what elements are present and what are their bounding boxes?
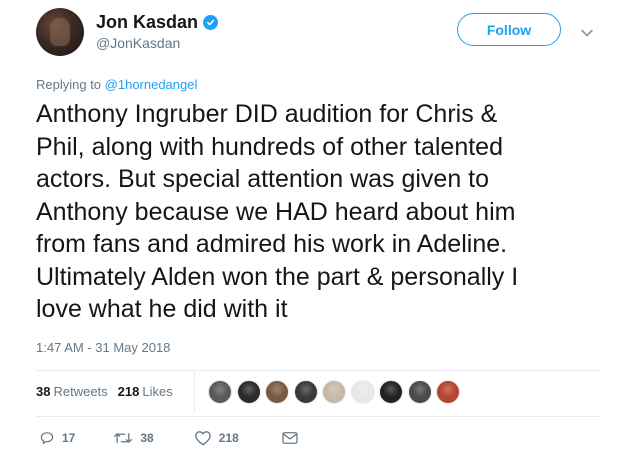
- retweets-stat-count: 38: [36, 384, 51, 399]
- likes-stat[interactable]: 218 Likes: [118, 384, 173, 399]
- follow-button[interactable]: Follow: [457, 13, 561, 46]
- liker-avatar[interactable]: [407, 380, 432, 404]
- tweet-line: Phil, along with hundreds of other talen…: [36, 132, 503, 161]
- reply-mention-link[interactable]: @1hornedangel: [105, 77, 198, 92]
- tweet-stats: 38 Retweets 218 Likes: [36, 384, 183, 399]
- tweet-line: love what he did with it: [36, 295, 288, 323]
- liker-avatar[interactable]: [236, 380, 261, 404]
- retweets-stat-label: Retweets: [53, 384, 108, 399]
- tweet-timestamp[interactable]: 1:47 AM - 31 May 2018: [36, 340, 170, 355]
- tweet-line: Anthony because we HAD heard about him: [36, 197, 516, 226]
- tweet-text: Anthony Ingruber DID audition for Chris …: [36, 98, 606, 326]
- reply-prefix: Replying to: [36, 77, 105, 92]
- divider: [36, 370, 600, 371]
- reply-action[interactable]: 17: [39, 430, 75, 446]
- retweet-icon: [113, 430, 133, 446]
- author-display-name[interactable]: Jon Kasdan: [96, 12, 198, 33]
- liker-avatar[interactable]: [436, 380, 460, 404]
- liker-avatar[interactable]: [265, 380, 289, 404]
- reply-icon: [39, 430, 55, 446]
- divider: [36, 416, 600, 417]
- likes-stat-count: 218: [117, 384, 140, 399]
- retweets-stat[interactable]: 38 Retweets: [36, 384, 108, 399]
- like-count: 218: [218, 431, 239, 445]
- chevron-down-icon[interactable]: [580, 25, 594, 37]
- liker-avatar[interactable]: [350, 380, 375, 404]
- liker-avatar[interactable]: [293, 380, 318, 404]
- stats-separator: [194, 372, 195, 412]
- liker-avatar[interactable]: [322, 380, 346, 404]
- likes-stat-label: Likes: [142, 384, 173, 399]
- liker-avatars: [208, 380, 465, 404]
- tweet-line: actors. But special attention was given …: [36, 165, 490, 193]
- liker-avatar[interactable]: [379, 380, 403, 404]
- heart-icon: [194, 430, 212, 446]
- reply-count: 17: [62, 431, 76, 445]
- direct-message-action[interactable]: [281, 431, 299, 445]
- tweet-actions: 17 38 218: [36, 430, 299, 446]
- author-handle[interactable]: @JonKasdan: [96, 35, 180, 51]
- retweet-action[interactable]: 38: [113, 430, 154, 446]
- liker-avatar[interactable]: [208, 380, 232, 404]
- tweet-line: Ultimately Alden won the part & personal…: [36, 262, 519, 291]
- like-action[interactable]: 218: [194, 430, 239, 446]
- tweet-line: from fans and admired his work in Adelin…: [36, 230, 508, 258]
- tweet-line: Anthony Ingruber DID audition for Chris …: [36, 100, 498, 128]
- verified-badge-icon: [203, 15, 219, 30]
- reply-context: Replying to @1hornedangel: [36, 77, 197, 92]
- envelope-icon: [281, 431, 299, 445]
- author-name-row: Jon Kasdan: [96, 12, 219, 33]
- retweet-count: 38: [140, 431, 154, 445]
- author-avatar[interactable]: [36, 8, 84, 56]
